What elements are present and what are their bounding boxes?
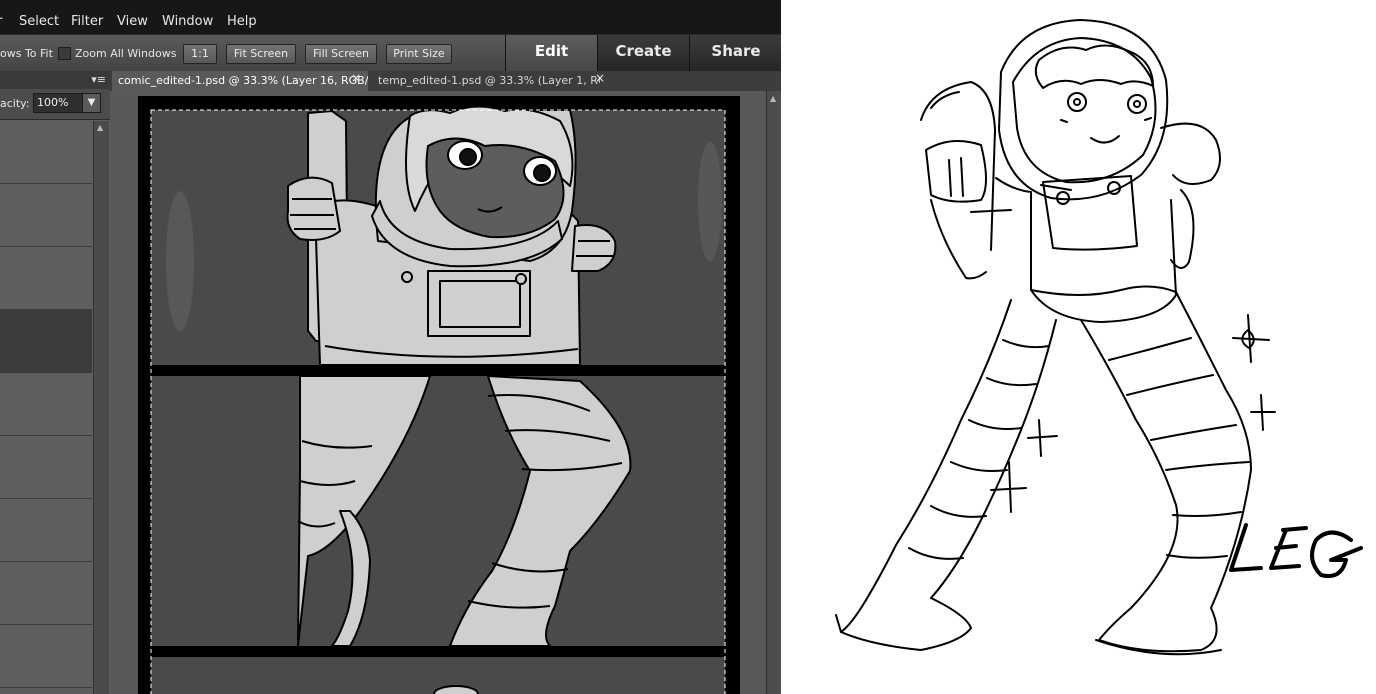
scroll-up-icon[interactable]: ▲ — [770, 94, 776, 103]
layer-row[interactable] — [0, 373, 92, 436]
sketch-text: LEG — [1251, 609, 1253, 611]
zoom-all-windows-checkbox[interactable] — [58, 47, 71, 60]
fit-screen-button[interactable]: Fit Screen — [226, 44, 296, 64]
comic-page-artwork[interactable] — [110, 91, 767, 694]
menu-item-select[interactable]: Select — [19, 14, 59, 29]
share-mode-tab[interactable]: Share — [689, 35, 781, 72]
opacity-label: acity: — [0, 97, 30, 110]
layer-row[interactable] — [0, 625, 92, 688]
menu-item-help[interactable]: Help — [227, 14, 257, 29]
options-bar: ows To Fit Zoom All Windows 1:1 Fit Scre… — [0, 34, 781, 72]
chevron-down-icon[interactable]: ▼ — [82, 94, 100, 112]
menu-item-partial[interactable]: r — [0, 14, 2, 29]
layer-row[interactable] — [0, 562, 92, 625]
actual-pixels-button[interactable]: 1:1 — [183, 44, 217, 64]
print-size-button[interactable]: Print Size — [386, 44, 452, 64]
close-icon[interactable]: × — [595, 71, 605, 85]
layers-panel: ▾≡ acity: 100% ▼ ▲ — [0, 71, 111, 694]
scroll-up-icon[interactable]: ▲ — [97, 123, 103, 132]
close-icon[interactable]: × — [351, 71, 361, 85]
layers-toolbar: acity: 100% ▼ — [0, 89, 110, 120]
layer-row[interactable] — [0, 247, 92, 310]
astronaut-sketch-drawing: LEG — [835, 19, 1363, 656]
zoom-all-windows-label[interactable]: Zoom All Windows — [75, 47, 176, 60]
opacity-field[interactable]: 100% ▼ — [33, 93, 101, 113]
menu-bar: r Select Filter View Window Help — [0, 0, 781, 34]
photoshop-elements-window: r Select Filter View Window Help ows To … — [0, 0, 781, 694]
layer-row[interactable] — [0, 499, 92, 562]
tab-label: comic_edited-1.psd @ 33.3% (Layer 16, RG… — [118, 74, 368, 87]
layer-row-selected[interactable] — [0, 310, 92, 373]
menu-item-filter[interactable]: Filter — [71, 14, 103, 29]
panel-scrollbar[interactable]: ▲ — [93, 121, 109, 694]
resize-windows-to-fit-label[interactable]: ows To Fit — [0, 47, 53, 60]
tab-comic-edited[interactable]: comic_edited-1.psd @ 33.3% (Layer 16, RG… — [112, 71, 368, 91]
fill-screen-button[interactable]: Fill Screen — [305, 44, 377, 64]
create-mode-tab[interactable]: Create — [597, 35, 689, 72]
canvas-area[interactable]: ▲ — [110, 91, 781, 694]
opacity-value: 100% — [37, 96, 69, 109]
layer-row[interactable] — [0, 184, 92, 247]
edit-mode-tab[interactable]: Edit — [505, 35, 597, 72]
menu-item-window[interactable]: Window — [162, 14, 213, 29]
tab-label: temp_edited-1.psd @ 33.3% (Layer 1, RGB/… — [378, 74, 600, 87]
menu-item-view[interactable]: View — [117, 14, 148, 29]
layer-row[interactable] — [0, 121, 92, 184]
layer-row[interactable] — [0, 436, 92, 499]
reference-sketch: LEG — [781, 0, 1376, 694]
document-tabs: comic_edited-1.psd @ 33.3% (Layer 16, RG… — [110, 71, 781, 91]
canvas-scrollbar[interactable]: ▲ — [766, 91, 781, 694]
panel-header: ▾≡ — [0, 71, 110, 89]
tab-temp-edited[interactable]: temp_edited-1.psd @ 33.3% (Layer 1, RGB/… — [372, 71, 600, 91]
panel-menu-icon[interactable]: ▾≡ — [91, 73, 106, 86]
